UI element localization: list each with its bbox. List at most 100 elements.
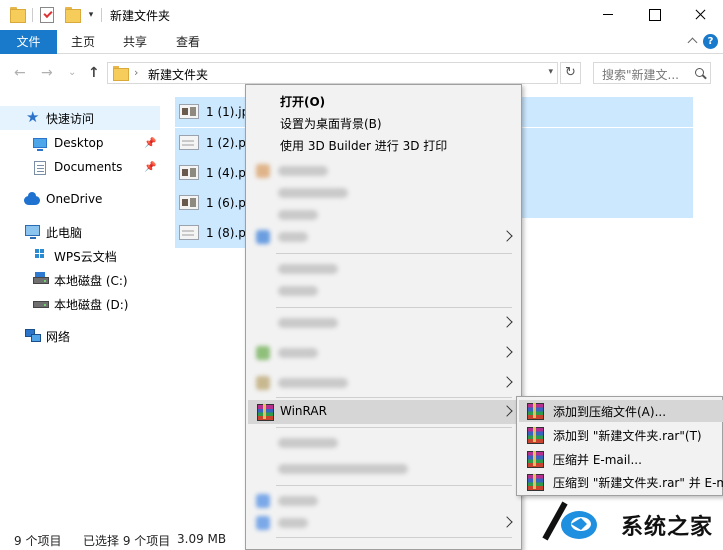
menu-divider [276, 485, 512, 486]
tab-home[interactable]: 主页 [57, 30, 109, 54]
submenu-arrow-icon [501, 346, 513, 358]
menu-divider [276, 537, 512, 538]
menu-item-3d-print[interactable]: 使用 3D Builder 进行 3D 打印 [248, 133, 519, 157]
up-button[interactable]: ↑ [88, 66, 100, 80]
menu-item-obscured[interactable] [248, 225, 519, 249]
maximize-button[interactable] [631, 0, 677, 30]
menu-item-label: 打开(O) [280, 95, 326, 109]
submenu-arrow-icon [501, 316, 513, 328]
close-button[interactable] [677, 0, 723, 30]
nav-item-desktop[interactable]: Desktop 📌 [0, 132, 160, 156]
obscured-label [278, 518, 308, 528]
menu-item-obscured[interactable] [248, 431, 519, 455]
submenu-arrow-icon [501, 516, 513, 528]
expand-ribbon-icon[interactable] [687, 35, 697, 45]
forward-button[interactable]: → [41, 66, 53, 80]
tab-share[interactable]: 共享 [109, 30, 161, 54]
file-item[interactable]: 1 (8).p [175, 218, 246, 248]
menu-item-obscured[interactable] [248, 203, 519, 227]
selection-size: 3.09 MB [177, 532, 227, 546]
refresh-button[interactable]: ↻ [560, 62, 581, 84]
file-name: 1 (4).p [206, 166, 246, 180]
image-thumbnail-icon [179, 135, 199, 150]
watermark: 系统之家 [537, 497, 723, 550]
menu-item-obscured[interactable] [248, 311, 519, 335]
nav-item-this-pc[interactable]: 此电脑 [0, 220, 160, 244]
title-bar: ▾ 新建文件夹 [0, 0, 723, 30]
winrar-icon [527, 403, 544, 420]
item-count: 9 个项目 [14, 534, 62, 548]
menu-item-set-wallpaper[interactable]: 设置为桌面背景(B) [248, 111, 519, 135]
new-folder-icon[interactable] [65, 7, 81, 23]
obscured-label [278, 464, 408, 474]
obscured-label [278, 232, 308, 242]
submenu-item-label: 添加到 "新建文件夹.rar"(T) [553, 429, 702, 443]
menu-item-obscured[interactable] [248, 181, 519, 205]
minimize-button[interactable] [585, 0, 631, 30]
toolbar-divider [101, 8, 102, 22]
menu-item-winrar[interactable]: WinRAR [248, 400, 519, 424]
obscured-label [278, 166, 328, 176]
menu-item-obscured[interactable] [248, 511, 519, 535]
help-icon[interactable]: ? [703, 34, 718, 49]
address-dropdown-icon[interactable]: ▾ [548, 67, 553, 77]
nav-item-label: 快速访问 [46, 112, 95, 126]
obscured-label [278, 318, 338, 328]
search-input[interactable]: 搜索"新建文... [593, 62, 711, 84]
menu-item-obscured[interactable] [248, 489, 519, 513]
image-thumbnail-icon [179, 165, 199, 180]
menu-item-obscured[interactable] [248, 279, 519, 303]
nav-item-network[interactable]: 网络 [0, 324, 160, 348]
image-thumbnail-icon [179, 195, 199, 210]
menu-item-obscured[interactable] [248, 341, 519, 365]
tab-view[interactable]: 查看 [162, 30, 214, 54]
nav-item-disk-d[interactable]: 本地磁盘 (D:) [0, 292, 160, 316]
obscured-icon [256, 230, 270, 244]
disk-c-icon [33, 272, 49, 284]
properties-icon[interactable] [40, 7, 54, 23]
obscured-label [278, 496, 318, 506]
obscured-label [278, 286, 318, 296]
winrar-icon [527, 451, 544, 468]
desktop-icon [33, 138, 47, 151]
submenu-item-compress-rar-email[interactable]: 压缩到 "新建文件夹.rar" 并 E-m [519, 471, 723, 493]
file-name: 1 (8).p [206, 226, 246, 240]
menu-item-obscured[interactable] [248, 159, 519, 183]
obscured-icon [256, 494, 270, 508]
menu-item-obscured[interactable] [248, 257, 519, 281]
obscured-label [278, 188, 348, 198]
address-field[interactable]: › 新建文件夹 ▾ [107, 62, 558, 84]
nav-item-disk-c[interactable]: 本地磁盘 (C:) [0, 268, 160, 292]
breadcrumb-chevron-icon[interactable]: › [134, 66, 138, 79]
menu-divider [276, 427, 512, 428]
tab-file[interactable]: 文件 [0, 30, 57, 54]
obscured-icon [256, 516, 270, 530]
obscured-label [278, 348, 318, 358]
nav-item-documents[interactable]: Documents 📌 [0, 156, 160, 180]
menu-item-open[interactable]: 打开(O) [248, 89, 519, 113]
nav-item-wps[interactable]: WPS云文档 [0, 244, 160, 268]
nav-item-onedrive[interactable]: OneDrive [0, 188, 160, 212]
submenu-item-add-to-rar[interactable]: 添加到 "新建文件夹.rar"(T) [519, 424, 723, 446]
breadcrumb[interactable]: 新建文件夹 [148, 66, 208, 83]
nav-item-label: Documents [54, 160, 123, 174]
nav-item-label: 本地磁盘 (D:) [54, 298, 129, 312]
disk-d-icon [33, 301, 49, 308]
recent-locations-button[interactable]: ⌄ [68, 66, 76, 80]
search-icon[interactable] [695, 68, 704, 77]
documents-icon [34, 161, 46, 175]
obscured-icon [256, 376, 270, 390]
menu-item-obscured[interactable] [248, 371, 519, 395]
submenu-item-add-to-archive[interactable]: 添加到压缩文件(A)... [519, 400, 723, 422]
submenu-item-label: 压缩并 E-mail... [553, 453, 642, 467]
menu-item-obscured[interactable] [248, 457, 519, 481]
nav-item-quick-access[interactable]: ★ 快速访问 [0, 106, 160, 130]
back-button[interactable]: ← [14, 66, 26, 80]
nav-item-label: 本地磁盘 (C:) [54, 274, 128, 288]
quick-access-dropdown-icon[interactable]: ▾ [86, 9, 96, 21]
pin-icon: 📌 [144, 138, 157, 149]
submenu-item-compress-email[interactable]: 压缩并 E-mail... [519, 448, 723, 470]
ribbon-tabs: 文件 主页 共享 查看 ? [0, 30, 723, 54]
pc-icon [25, 225, 40, 239]
folder-icon [10, 7, 26, 23]
